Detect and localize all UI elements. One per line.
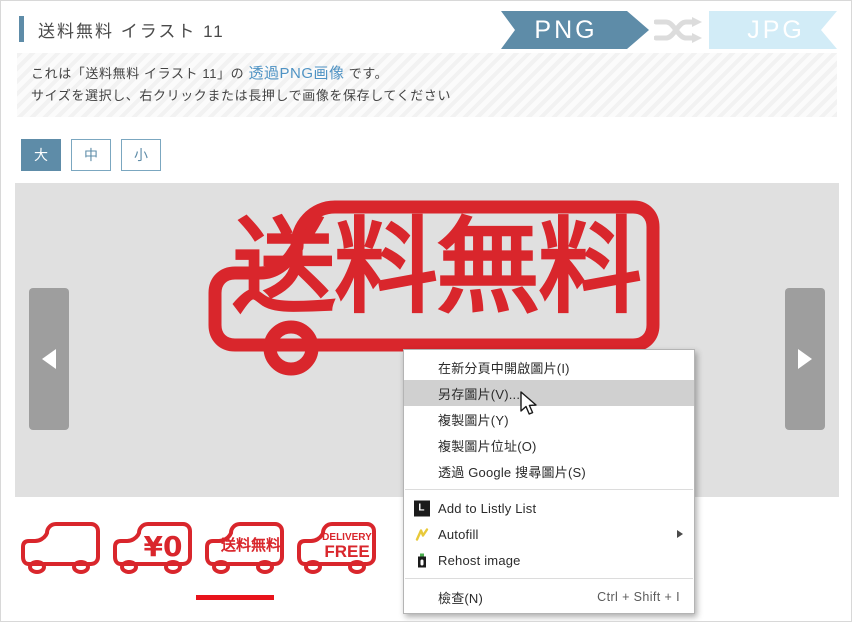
menu-separator-2	[405, 578, 693, 579]
menu-item-add-to-listly-list[interactable]: L Add to Listly List	[404, 495, 694, 521]
menu-item-copy-image[interactable]: 複製圖片(Y)	[404, 406, 694, 432]
thumbnail-truck-souryou-muryou[interactable]: 送料無料	[203, 509, 287, 585]
svg-text:FREE: FREE	[324, 542, 369, 561]
menu-item-label: 透過 Google 搜尋圖片(S)	[438, 464, 586, 480]
thumbnail-truck-delivery-free[interactable]: DELIVERY FREE	[295, 509, 379, 585]
next-image-button[interactable]	[785, 288, 825, 430]
page-root: 送料無料 イラスト 11 PNG JPG これは「送料無料 イラスト 11」の …	[0, 0, 852, 622]
rehost-bottle-icon	[413, 552, 430, 569]
menu-item-rehost-image[interactable]: Rehost image	[404, 547, 694, 573]
chevron-right-icon	[677, 530, 683, 538]
prev-image-button[interactable]	[29, 288, 69, 430]
menu-item-open-image-in-new-tab[interactable]: 在新分頁中開啟圖片(I)	[404, 354, 694, 380]
menu-item-save-image-as[interactable]: 另存圖片(V)...	[404, 380, 694, 406]
description-prefix: これは「送料無料 イラスト 11」の	[31, 66, 249, 81]
description-suffix: です。	[344, 66, 389, 81]
thumbnail-yen-label: ¥0	[144, 530, 183, 563]
chevron-left-icon	[42, 349, 56, 369]
menu-item-label: 另存圖片(V)...	[438, 386, 521, 402]
ribbon-notch	[627, 11, 649, 49]
menu-item-copy-image-address[interactable]: 複製圖片位址(O)	[404, 432, 694, 458]
title-accent-bar	[19, 16, 24, 42]
menu-item-autofill[interactable]: Autofill	[404, 521, 694, 547]
transparent-png-link[interactable]: 透過PNG画像	[248, 65, 344, 82]
size-selector: 大 中 小	[21, 139, 161, 171]
selected-thumbnail-indicator	[196, 595, 274, 600]
menu-item-inspect[interactable]: 檢查(N) Ctrl + Shift + I	[404, 584, 694, 610]
svg-text:送料無料: 送料無料	[232, 206, 641, 328]
page-title-row: 送料無料 イラスト 11	[1, 11, 471, 47]
menu-item-label: 複製圖片位址(O)	[438, 438, 537, 454]
shuffle-icon	[649, 11, 709, 49]
context-menu: 在新分頁中開啟圖片(I) 另存圖片(V)... 複製圖片(Y) 複製圖片位址(O…	[403, 349, 695, 614]
menu-item-label: Rehost image	[438, 552, 521, 568]
thumbnail-strip: ¥0 送料無料 DELIVERY FREE	[19, 509, 379, 585]
thumbnail-souryou-label: 送料無料	[220, 536, 281, 554]
thumbnail-truck-plain[interactable]	[19, 509, 103, 585]
png-badge[interactable]: PNG	[501, 11, 627, 49]
menu-item-search-image-with-google[interactable]: 透過 Google 搜尋圖片(S)	[404, 458, 694, 484]
menu-item-label: Add to Listly List	[438, 500, 537, 516]
size-button-large[interactable]: 大	[21, 139, 61, 171]
size-button-small[interactable]: 小	[121, 139, 161, 171]
jpg-badge[interactable]: JPG	[709, 11, 837, 49]
description-panel: これは「送料無料 イラスト 11」の 透過PNG画像 です。 サイズを選択し、右…	[17, 53, 837, 117]
thumbnail-truck-yen-zero[interactable]: ¥0	[111, 509, 195, 585]
menu-item-label: 檢查(N)	[438, 590, 484, 606]
menu-item-label: 在新分頁中開啟圖片(I)	[438, 360, 570, 376]
lightning-icon	[413, 526, 430, 543]
listly-icon-letter: L	[413, 500, 430, 516]
description-line-1: これは「送料無料 イラスト 11」の 透過PNG画像 です。	[31, 63, 837, 85]
description-line-2: サイズを選択し、右クリックまたは長押しで画像を保存してください	[31, 88, 452, 103]
menu-separator-1	[405, 489, 693, 490]
page-title: 送料無料 イラスト 11	[38, 21, 225, 41]
menu-item-label: Autofill	[438, 526, 479, 542]
size-button-medium[interactable]: 中	[71, 139, 111, 171]
format-ribbon: PNG JPG	[501, 11, 837, 49]
menu-item-label: 複製圖片(Y)	[438, 412, 509, 428]
menu-item-shortcut: Ctrl + Shift + I	[597, 590, 680, 604]
listly-icon: L	[413, 500, 430, 517]
chevron-right-icon	[798, 349, 812, 369]
jpg-label: JPG	[747, 15, 805, 44]
png-label: PNG	[534, 15, 598, 44]
